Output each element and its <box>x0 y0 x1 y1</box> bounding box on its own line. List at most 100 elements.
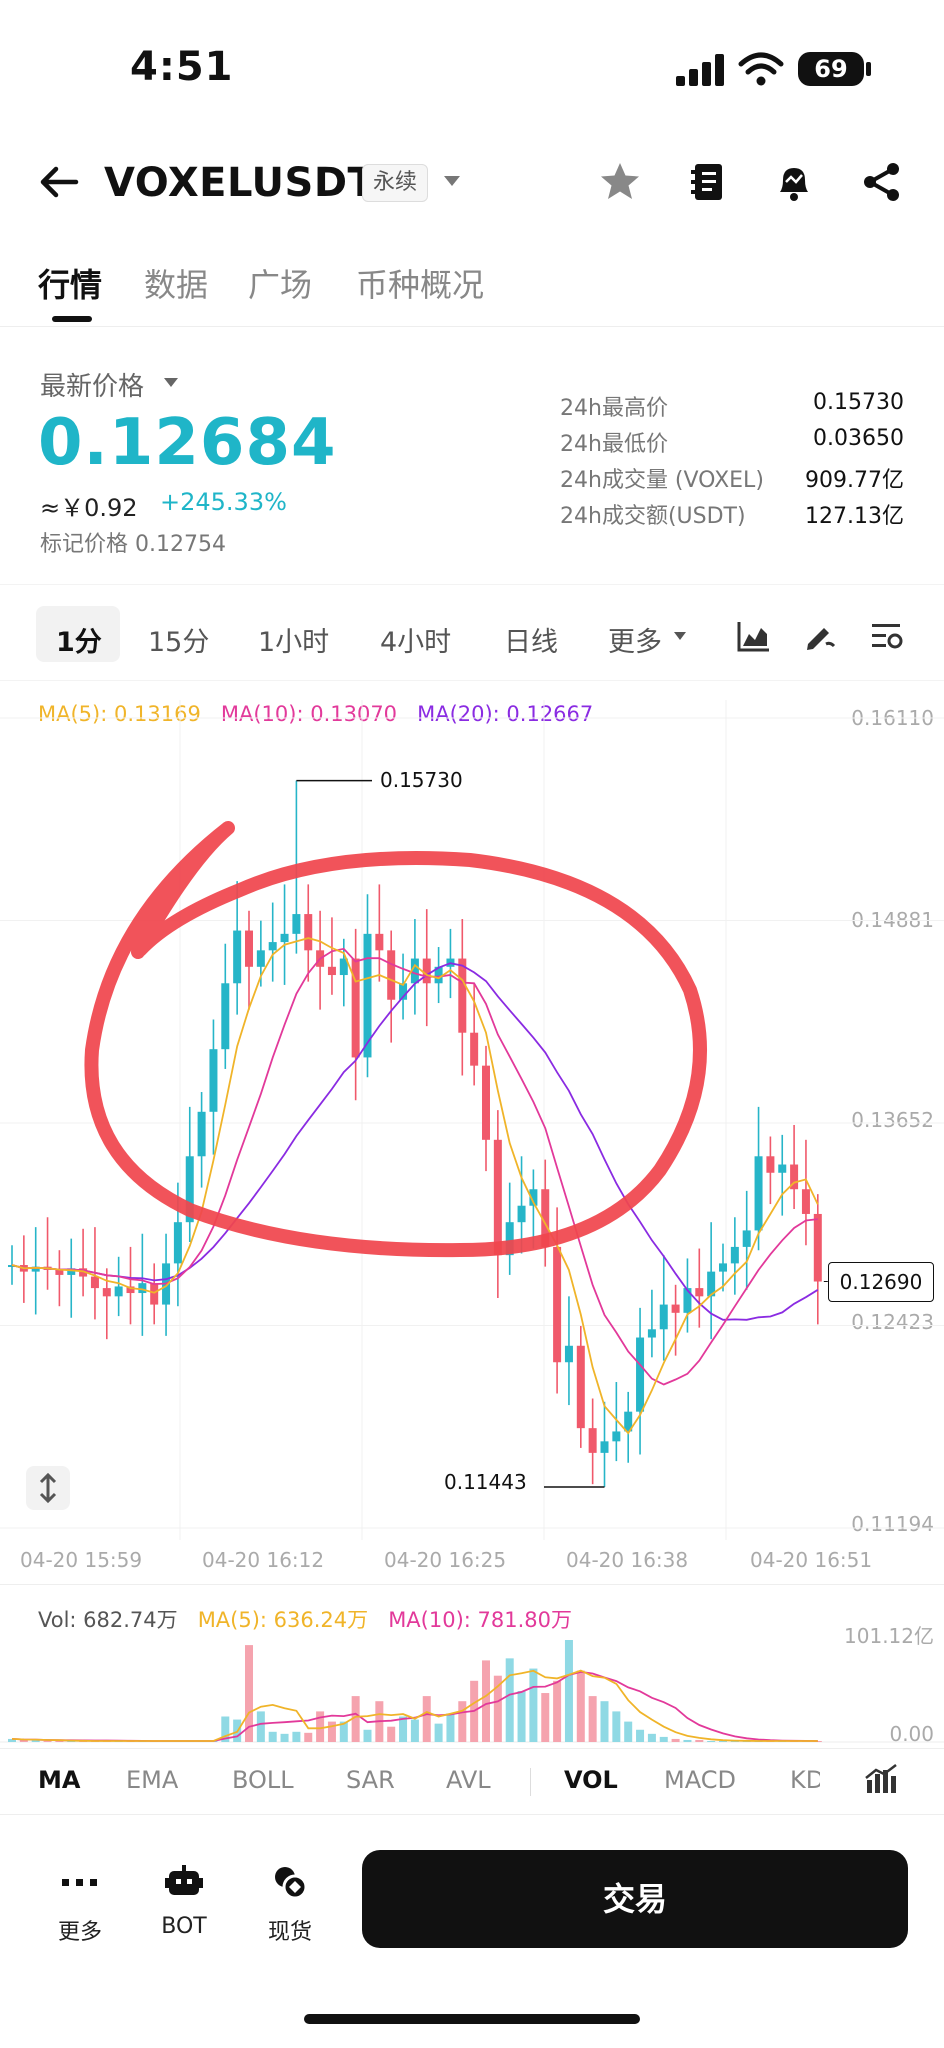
volume-bar <box>588 1696 597 1742</box>
vol-ma5: MA(5): 636.24万 <box>197 1608 369 1632</box>
more-caret-icon[interactable] <box>674 632 686 640</box>
bot-label: BOT <box>161 1914 207 1939</box>
interval-daily[interactable]: 日线 <box>504 620 558 659</box>
bottom-divider <box>0 1814 944 1815</box>
volume-bar <box>434 1723 443 1742</box>
volume-bar <box>659 1736 668 1742</box>
cny-price: ≈￥0.92 <box>40 494 138 522</box>
indicator-vol[interactable]: VOL <box>564 1766 618 1794</box>
current-price-tag: 0.12690 <box>828 1262 934 1302</box>
tab-market[interactable]: 行情 <box>38 260 102 306</box>
candle-body <box>245 930 253 967</box>
candle-body <box>90 1276 99 1289</box>
vertical-resize-icon <box>39 1472 57 1504</box>
volume-bar <box>327 1721 336 1742</box>
candle-body <box>730 1246 739 1264</box>
drawing-tool-icon[interactable] <box>802 618 838 654</box>
tab-data[interactable]: 数据 <box>144 260 208 306</box>
stat-value: 0.03650 <box>813 426 904 451</box>
interval-15m[interactable]: 15分 <box>148 620 209 659</box>
candle-body <box>268 942 277 951</box>
candle-body <box>493 1139 502 1256</box>
vol-value: Vol: 682.74万 <box>38 1608 178 1632</box>
stat-value: 909.77亿 <box>805 468 904 493</box>
volume-bar <box>43 1740 52 1742</box>
candle-body <box>647 1329 656 1338</box>
chart-settings-icon[interactable] <box>868 618 904 654</box>
notes-icon[interactable] <box>686 160 730 204</box>
candlestick-chart[interactable] <box>0 690 944 1540</box>
indicator-settings-icon[interactable] <box>864 1762 898 1796</box>
spot-label: 现货 <box>267 1920 312 1945</box>
active-tab-underline <box>52 316 92 322</box>
home-indicator <box>304 2014 640 2024</box>
bot-button[interactable]: BOT <box>144 1862 224 1939</box>
symbol-title[interactable]: VOXELUSDT <box>104 160 375 206</box>
volume-bar <box>683 1739 692 1742</box>
candle-body <box>695 1288 704 1297</box>
interval-1m[interactable]: 1分 <box>56 620 102 659</box>
volume-bar <box>505 1658 514 1742</box>
back-arrow-icon[interactable] <box>36 158 84 206</box>
candle-body <box>482 1065 490 1140</box>
tab-square[interactable]: 广场 <box>248 260 312 306</box>
candle-body <box>766 1156 775 1173</box>
candle-body <box>375 933 384 951</box>
wifi-icon <box>738 52 784 86</box>
star-icon[interactable] <box>598 160 642 204</box>
volume-bar <box>482 1660 490 1742</box>
interval-4h[interactable]: 4小时 <box>380 620 451 659</box>
price-alert-bell-icon[interactable] <box>772 160 816 204</box>
trade-button[interactable]: 交易 <box>362 1850 908 1948</box>
indicator-ema[interactable]: EMA <box>126 1766 178 1794</box>
cellular-signal-icon <box>676 54 724 86</box>
interval-more[interactable]: 更多 <box>608 620 662 659</box>
chart-type-icon[interactable] <box>736 618 772 654</box>
x-tick-label: 04-20 15:59 <box>20 1548 143 1572</box>
price-type-caret-icon[interactable] <box>164 378 178 387</box>
chart-scale-button[interactable] <box>26 1466 70 1510</box>
candle-body <box>221 983 230 1050</box>
symbol-dropdown-caret-icon[interactable] <box>444 176 460 186</box>
volume-bar <box>316 1711 325 1742</box>
volume-bar <box>612 1711 621 1742</box>
candle-body <box>233 930 242 984</box>
indicator-ma[interactable]: MA <box>38 1766 80 1794</box>
x-tick-label: 04-20 16:25 <box>384 1548 507 1572</box>
candle-body <box>387 950 396 1000</box>
more-button[interactable]: 更多 <box>40 1862 120 1946</box>
candle-body <box>470 1032 479 1066</box>
last-price: 0.12684 <box>38 406 337 480</box>
candle-body <box>517 1205 526 1223</box>
share-icon[interactable] <box>860 160 904 204</box>
volume-bar <box>529 1668 538 1742</box>
spot-button[interactable]: 现货 <box>250 1862 330 1946</box>
chart-divider <box>0 1584 944 1585</box>
interval-1h[interactable]: 1小时 <box>258 620 329 659</box>
indicator-separator <box>530 1768 531 1796</box>
spot-icon <box>275 1867 308 1900</box>
latest-price-label[interactable]: 最新价格 <box>40 366 144 403</box>
tab-coin-overview[interactable]: 币种概况 <box>356 260 484 306</box>
volume-bar <box>363 1729 372 1742</box>
stat-label: 24h最低价 <box>560 432 668 457</box>
more-label: 更多 <box>57 1920 102 1945</box>
indicator-sar[interactable]: SAR <box>346 1766 395 1794</box>
x-tick-label: 04-20 16:38 <box>566 1548 689 1572</box>
candle-body <box>778 1164 787 1173</box>
candle-body <box>458 958 467 1033</box>
robot-icon <box>165 1865 203 1895</box>
indicator-boll[interactable]: BOLL <box>232 1766 294 1794</box>
vol-y-tick: 101.12亿 <box>844 1624 934 1648</box>
candle-body <box>256 950 265 967</box>
candle-body <box>636 1337 645 1412</box>
candle-body <box>102 1288 111 1297</box>
candle-body <box>55 1269 64 1275</box>
volume-bar <box>292 1731 301 1742</box>
indicator-kd[interactable]: KD <box>790 1766 820 1794</box>
indicator-avl[interactable]: AVL <box>446 1766 491 1794</box>
candle-body <box>683 1288 692 1313</box>
indicator-macd[interactable]: MACD <box>664 1766 736 1794</box>
candle-body <box>138 1283 147 1294</box>
candle-body <box>197 1111 206 1157</box>
